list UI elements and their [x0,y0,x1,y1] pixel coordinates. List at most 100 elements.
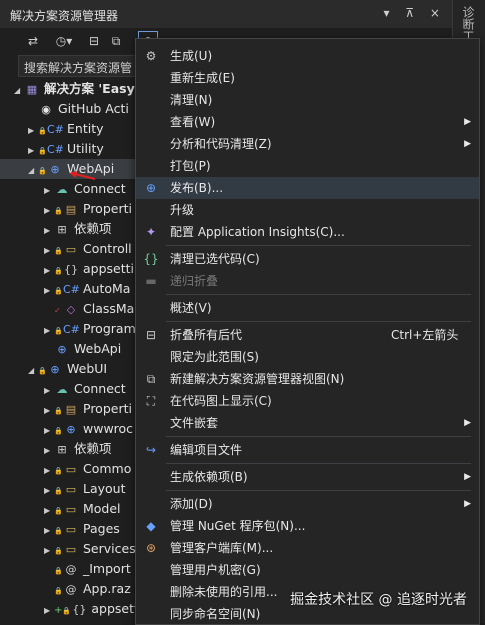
tree-webui-model[interactable]: ▶ 🔒 ▭ Model [44,499,135,519]
tree-webapi-classmap[interactable]: ✓ ◇ ClassMa [44,299,135,319]
tree-webui-properties[interactable]: ▶ 🔒 ▤ Properti [44,399,135,419]
submenu-arrow-icon: ▶ [464,472,471,482]
menu-clean-code[interactable]: {} 清理已选代码(C) [136,248,479,270]
expand-arrow-icon[interactable]: ◢ [14,81,24,101]
menu-item-label: 限定为此范围(S) [170,350,259,364]
expand-arrow-icon[interactable]: ▶ [44,541,54,561]
item-type-icon: ◇ [66,303,76,316]
expand-arrow-icon[interactable]: ▶ [44,441,54,461]
item-type-icon: {} [72,603,87,616]
tree-webui-deps[interactable]: ▶ ⊞ 依赖项 [44,439,135,459]
item-type-icon: ⊞ [57,443,67,456]
menu-client-libs[interactable]: ⊛ 管理客户端库(M)... [136,537,479,559]
menu-pack[interactable]: 打包(P) [136,155,479,177]
item-type-icon: ☁ [56,183,68,196]
tree-webapi-program[interactable]: ▶ 🔒C# Program [44,319,136,341]
menu-build-deps[interactable]: 生成依赖项(B) ▶ [136,466,479,488]
explorer-titlebar: 解决方案资源管理器 ▾ ⊼ × [0,0,452,29]
tree-item-label: Connect [74,181,126,196]
expand-arrow-icon[interactable]: ▶ [44,221,54,241]
menu-add[interactable]: 添加(D) ▶ [136,493,479,515]
expand-arrow-icon[interactable]: ◢ [28,161,38,181]
menu-clean[interactable]: 清理(N) [136,89,479,111]
menu-build[interactable]: ⚙ 生成(U) [136,45,479,67]
item-type-icon: ◉ [41,103,51,116]
menu-collapse-all[interactable]: ⊟ 折叠所有后代 Ctrl+左箭头 [136,324,479,346]
menu-nuget[interactable]: ◆ 管理 NuGet 程序包(N)... [136,515,479,537]
expand-arrow-icon[interactable]: ▶ [44,481,54,501]
expand-arrow-icon[interactable]: ▶ [44,381,54,401]
menu-code-map[interactable]: ⛶ 在代码图上显示(C) [136,390,479,412]
expand-arrow-icon[interactable]: ▶ [44,601,54,621]
expand-arrow-icon[interactable]: ▶ [44,281,54,301]
tree-webui-app[interactable]: 🔒 @ App.raz [44,579,135,599]
tree-webapi-http[interactable]: ⊕ WebApi [44,339,135,359]
expand-arrow-icon[interactable]: ◢ [28,361,38,381]
expand-arrow-icon[interactable]: ▶ [44,461,54,481]
menu-upgrade[interactable]: 升级 [136,199,479,221]
menu-separator [166,245,471,246]
expand-arrow-icon[interactable]: ▶ [44,181,54,201]
expand-arrow-icon[interactable]: ▶ [44,501,54,521]
expand-arrow-icon[interactable]: ▶ [28,121,38,141]
menu-new-view[interactable]: ⧉ 新建解决方案资源管理器视图(N) [136,368,479,390]
tree-item-label: GitHub Acti [58,101,129,116]
tree-webapi-deps[interactable]: ▶ ⊞ 依赖项 [44,219,135,239]
watermark: 掘金技术社区 @ 追逐时光者 [290,592,467,608]
tree-github[interactable]: ◉ GitHub Acti [28,99,135,119]
tree-solution[interactable]: ◢ ▦ 解决方案 'Easy [14,79,135,99]
lock-icon: 🔒 [54,207,63,215]
expand-arrow-icon[interactable]: ▶ [44,261,54,281]
menu-overview[interactable]: 概述(V) [136,297,479,319]
history-icon[interactable]: ◷▾ [50,31,78,51]
tree-webapi-appsettings[interactable]: ▶ 🔒{} appsetti [44,259,135,279]
expand-arrow-icon[interactable]: ▶ [44,241,54,261]
expand-arrow-icon[interactable]: ▶ [44,401,54,421]
tree-webui-connected[interactable]: ▶ ☁ Connect [44,379,135,399]
diagnostics-tab[interactable]: 诊断工 [461,6,477,42]
tree-item-label: WebUI [67,361,108,376]
menu-file-nesting[interactable]: 文件嵌套 ▶ [136,412,479,434]
tree-webapi-connected[interactable]: ▶ ☁ Connect [44,179,135,199]
tree-webui-wwwroot[interactable]: ▶ 🔒 ⊕ wwwroc [44,419,135,439]
search-input[interactable]: 搜索解决方案资源管 [24,59,132,76]
window-controls[interactable]: ▾ ⊼ × [384,6,447,20]
menu-item-label: 发布(B)... [170,181,224,195]
tree-webui-layout[interactable]: ▶ 🔒 ▭ Layout [44,479,135,499]
switch-views-icon[interactable]: ⇄ [24,31,42,51]
menu-view[interactable]: 查看(W) ▶ [136,111,479,133]
menu-app-insights[interactable]: ✦ 配置 Application Insights(C)... [136,221,479,243]
tree-utility[interactable]: ▶ 🔒C# Utility [28,139,135,159]
tree-item-label: Properti [83,401,132,416]
menu-item-label: 递归折叠 [170,274,219,288]
pending-add-icon: + [54,605,63,616]
tree-webapi-properties[interactable]: ▶ 🔒 ▤ Properti [44,199,135,219]
tree-entity[interactable]: ▶ 🔒C# Entity [28,119,135,139]
menu-rebuild[interactable]: 重新生成(E) [136,67,479,89]
tree-webui-appsettings[interactable]: ▶ +🔒{} appsetti [44,599,142,621]
expand-arrow-icon[interactable]: ▶ [44,321,54,341]
expand-arrow-icon[interactable]: ▶ [44,521,54,541]
tree-webui[interactable]: ◢ 🔒 ⊕ WebUI [28,359,135,379]
expand-arrow-icon[interactable]: ▶ [44,421,54,441]
expand-arrow-icon[interactable]: ▶ [44,201,54,221]
app-insights-icon: ✦ [145,225,157,239]
expand-arrow-icon[interactable]: ▶ [28,141,38,161]
collapse-icon[interactable]: ⊟ [86,31,102,51]
menu-user-secrets[interactable]: 管理用户机密(G) [136,559,479,581]
menu-scope[interactable]: 限定为此范围(S) [136,346,479,368]
menu-edit-project[interactable]: ↪ 编辑项目文件 [136,439,479,461]
copy-icon[interactable]: ⧉ [108,31,124,51]
menu-analyze[interactable]: 分析和代码清理(Z) ▶ [136,133,479,155]
tree-webui-imports[interactable]: 🔒 @ _Import [44,559,135,579]
tree-item-label: Connect [74,381,126,396]
menu-item-label: 管理用户机密(G) [170,563,261,577]
tree-webapi-controllers[interactable]: ▶ 🔒 ▭ Controll [44,239,135,259]
tree-item-label: WebApi [74,341,122,356]
tree-webui-pages[interactable]: ▶ 🔒 ▭ Pages [44,519,135,539]
tree-webui-services[interactable]: ▶ 🔒 ▭ Services [44,539,136,561]
submenu-arrow-icon: ▶ [464,418,471,428]
tree-webapi-automapper[interactable]: ▶ 🔒C# AutoMa [44,279,135,299]
menu-publish[interactable]: ⊕ 发布(B)... [136,177,479,199]
tree-webui-common[interactable]: ▶ 🔒 ▭ Commo [44,459,135,479]
